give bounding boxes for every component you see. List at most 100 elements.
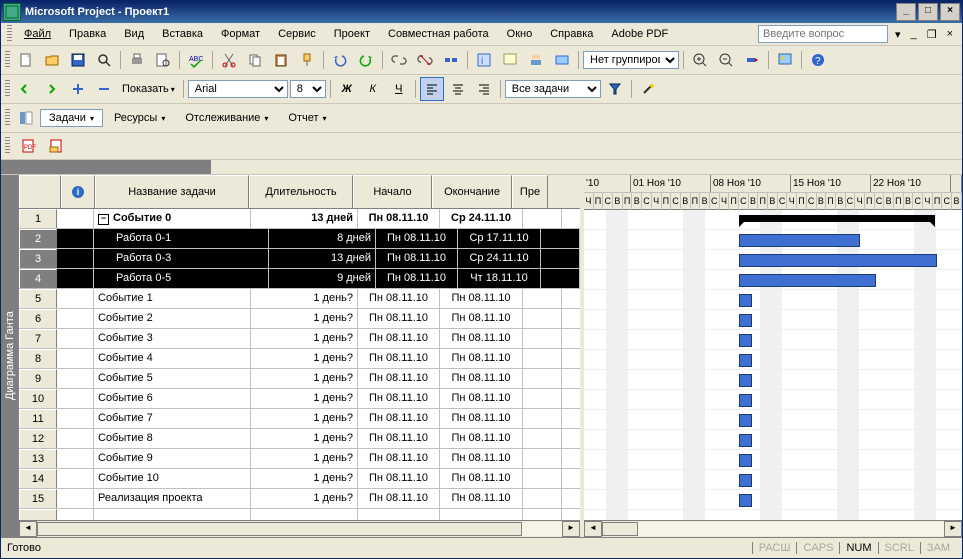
cell-info[interactable]: [57, 269, 94, 288]
hide-subtasks-button[interactable]: [92, 77, 116, 101]
cell-start[interactable]: [358, 509, 440, 520]
gantt-body[interactable]: [584, 210, 962, 520]
task-row[interactable]: 15Реализация проекта1 день?Пн 08.11.10Пн…: [19, 489, 580, 509]
task-row[interactable]: 11Событие 71 день?Пн 08.11.10Пн 08.11.10: [19, 409, 580, 429]
gantt-row[interactable]: [584, 510, 962, 520]
mdi-restore[interactable]: ❐: [924, 28, 940, 41]
gantt-row[interactable]: [584, 310, 962, 330]
task-row[interactable]: 12Событие 81 день?Пн 08.11.10Пн 08.11.10: [19, 429, 580, 449]
task-bar[interactable]: [739, 314, 752, 327]
task-row[interactable]: 2Работа 0-18 днейПн 08.11.10Ср 17.11.10: [19, 229, 580, 249]
gantt-row[interactable]: [584, 410, 962, 430]
scroll-left-button[interactable]: ◄: [584, 521, 602, 537]
task-row[interactable]: 13Событие 91 день?Пн 08.11.10Пн 08.11.10: [19, 449, 580, 469]
view-tab-gantt[interactable]: Диаграмма Ганта: [1, 175, 19, 537]
show-outline-button[interactable]: Показать▾: [118, 81, 179, 97]
cell-start[interactable]: Пн 08.11.10: [358, 409, 440, 428]
menu-service[interactable]: Сервис: [270, 26, 324, 42]
cell-start[interactable]: Пн 08.11.10: [358, 349, 440, 368]
cell-duration[interactable]: 1 день?: [251, 409, 358, 428]
gantt-row[interactable]: [584, 250, 962, 270]
cell-pred[interactable]: [523, 449, 562, 468]
cell-end[interactable]: Пн 08.11.10: [440, 369, 523, 388]
cell-pred[interactable]: [523, 389, 562, 408]
redo-button[interactable]: [354, 48, 378, 72]
cell-duration[interactable]: 1 день?: [251, 429, 358, 448]
zoom-in-button[interactable]: [688, 48, 712, 72]
cell-name[interactable]: Работа 0-3: [94, 249, 269, 268]
cell-name[interactable]: Событие 9: [94, 449, 251, 468]
cell-start[interactable]: Пн 08.11.10: [358, 289, 440, 308]
show-subtasks-button[interactable]: [66, 77, 90, 101]
cell-info[interactable]: [57, 409, 94, 428]
link-button[interactable]: [387, 48, 411, 72]
filter-combo[interactable]: Все задачи: [505, 80, 601, 98]
wizard-button[interactable]: [636, 77, 660, 101]
cell-pred[interactable]: [523, 469, 562, 488]
col-duration[interactable]: Длительность: [249, 175, 353, 208]
cell-start[interactable]: Пн 08.11.10: [358, 369, 440, 388]
task-bar[interactable]: [739, 414, 752, 427]
row-number[interactable]: 14: [19, 469, 57, 488]
gantt-row[interactable]: [584, 490, 962, 510]
ask-question-input[interactable]: [758, 25, 888, 43]
cell-info[interactable]: [57, 349, 94, 368]
row-number[interactable]: 3: [19, 249, 57, 268]
outline-toggle[interactable]: −: [98, 214, 109, 225]
cell-info[interactable]: [57, 489, 94, 508]
cell-end[interactable]: Пн 08.11.10: [440, 449, 523, 468]
row-number[interactable]: 1: [19, 209, 57, 228]
minimize-button[interactable]: _: [896, 3, 916, 21]
cell-info[interactable]: [57, 249, 94, 268]
menu-project[interactable]: Проект: [326, 26, 378, 42]
menu-edit[interactable]: Правка: [61, 26, 114, 42]
cell-duration[interactable]: 1 день?: [251, 349, 358, 368]
assign-button[interactable]: [524, 48, 548, 72]
cell-info[interactable]: [57, 329, 94, 348]
cell-duration[interactable]: 1 день?: [251, 489, 358, 508]
print-preview-button[interactable]: [151, 48, 175, 72]
help-dropdown[interactable]: ▾: [892, 28, 904, 41]
menu-file[interactable]: Файл: [16, 26, 59, 42]
new-button[interactable]: [14, 48, 38, 72]
tasks-view-button[interactable]: Задачи▾: [40, 109, 103, 127]
col-start[interactable]: Начало: [353, 175, 432, 208]
scroll-track[interactable]: [37, 522, 562, 536]
cell-end[interactable]: Ср 24.11.10: [440, 209, 523, 228]
col-info[interactable]: i: [61, 175, 95, 208]
task-row[interactable]: 5Событие 11 день?Пн 08.11.10Пн 08.11.10: [19, 289, 580, 309]
bold-button[interactable]: Ж: [335, 77, 359, 101]
cell-end[interactable]: Ср 24.11.10: [458, 249, 541, 268]
scroll-left-button[interactable]: ◄: [19, 521, 37, 537]
save-button[interactable]: [66, 48, 90, 72]
cell-start[interactable]: Пн 08.11.10: [358, 209, 440, 228]
cell-duration[interactable]: 13 дней: [251, 209, 358, 228]
cell-name[interactable]: Работа 0-1: [94, 229, 269, 248]
cell-duration[interactable]: 1 день?: [251, 369, 358, 388]
cell-end[interactable]: Пн 08.11.10: [440, 469, 523, 488]
cell-duration[interactable]: 1 день?: [251, 329, 358, 348]
gantt-row[interactable]: [584, 270, 962, 290]
col-pred[interactable]: Пре: [512, 175, 548, 208]
tracking-view-button[interactable]: Отслеживание▾: [176, 109, 277, 127]
row-number[interactable]: 9: [19, 369, 57, 388]
row-number[interactable]: 12: [19, 429, 57, 448]
cell-pred[interactable]: [541, 269, 580, 288]
task-bar[interactable]: [739, 234, 860, 247]
paste-button[interactable]: [269, 48, 293, 72]
cell-pred[interactable]: [523, 309, 562, 328]
cell-duration[interactable]: 1 день?: [251, 469, 358, 488]
cell-end[interactable]: Пн 08.11.10: [440, 489, 523, 508]
cell-start[interactable]: Пн 08.11.10: [376, 249, 458, 268]
cell-end[interactable]: Пн 08.11.10: [440, 349, 523, 368]
row-number[interactable]: 2: [19, 229, 57, 248]
notes-button[interactable]: [498, 48, 522, 72]
cell-end[interactable]: Пн 08.11.10: [440, 389, 523, 408]
menu-help[interactable]: Справка: [542, 26, 601, 42]
cell-duration[interactable]: 1 день?: [251, 389, 358, 408]
menu-adobe[interactable]: Adobe PDF: [603, 26, 676, 42]
row-number[interactable]: 13: [19, 449, 57, 468]
outdent-button[interactable]: [14, 77, 38, 101]
cell-info[interactable]: [57, 369, 94, 388]
cell-end[interactable]: Пн 08.11.10: [440, 289, 523, 308]
